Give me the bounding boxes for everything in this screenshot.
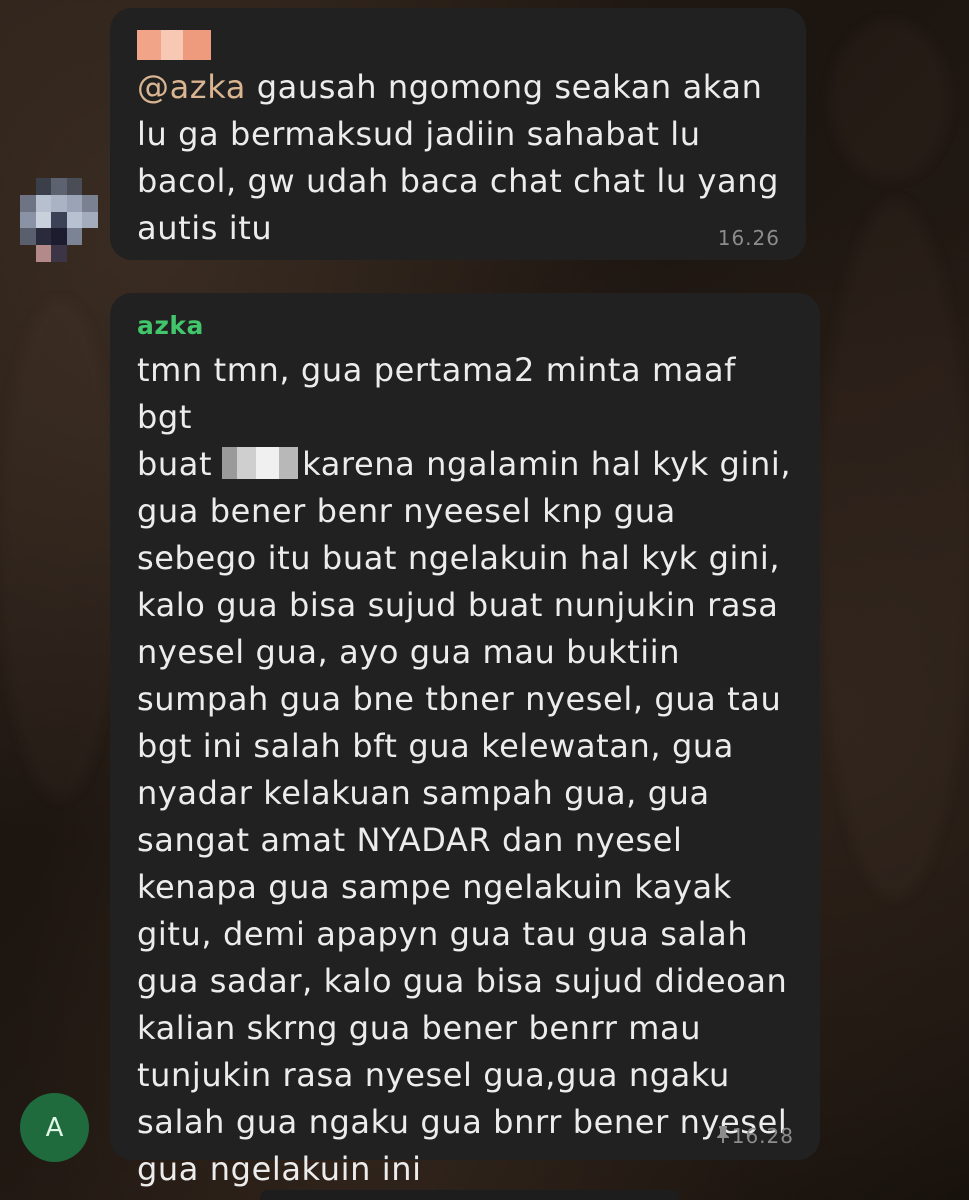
message-meta: 16.28: [716, 1124, 794, 1148]
message-timestamp: 16.28: [731, 1124, 794, 1148]
sender-avatar-pixelated[interactable]: [20, 178, 98, 262]
message-timestamp: 16.26: [717, 226, 780, 250]
message-bubble[interactable]: azka tmn tmn, gua pertama2 minta maaf bg…: [110, 293, 820, 1188]
next-bubble-edge: [260, 1190, 680, 1200]
sender-avatar[interactable]: A: [20, 1093, 89, 1162]
redacted-name: [222, 447, 299, 479]
sender-name[interactable]: azka: [137, 309, 794, 343]
message-text: @azka gausah ngomong seakan akan lu ga b…: [137, 68, 780, 247]
message-text: tmn tmn, gua pertama2 minta maaf bgt bua…: [137, 351, 792, 1188]
mention-link[interactable]: @azka: [137, 68, 246, 106]
pin-icon: [716, 1126, 729, 1143]
message-bubble[interactable]: @azka gausah ngomong seakan akan lu ga b…: [110, 8, 806, 260]
redacted-sender-name: [137, 30, 780, 60]
